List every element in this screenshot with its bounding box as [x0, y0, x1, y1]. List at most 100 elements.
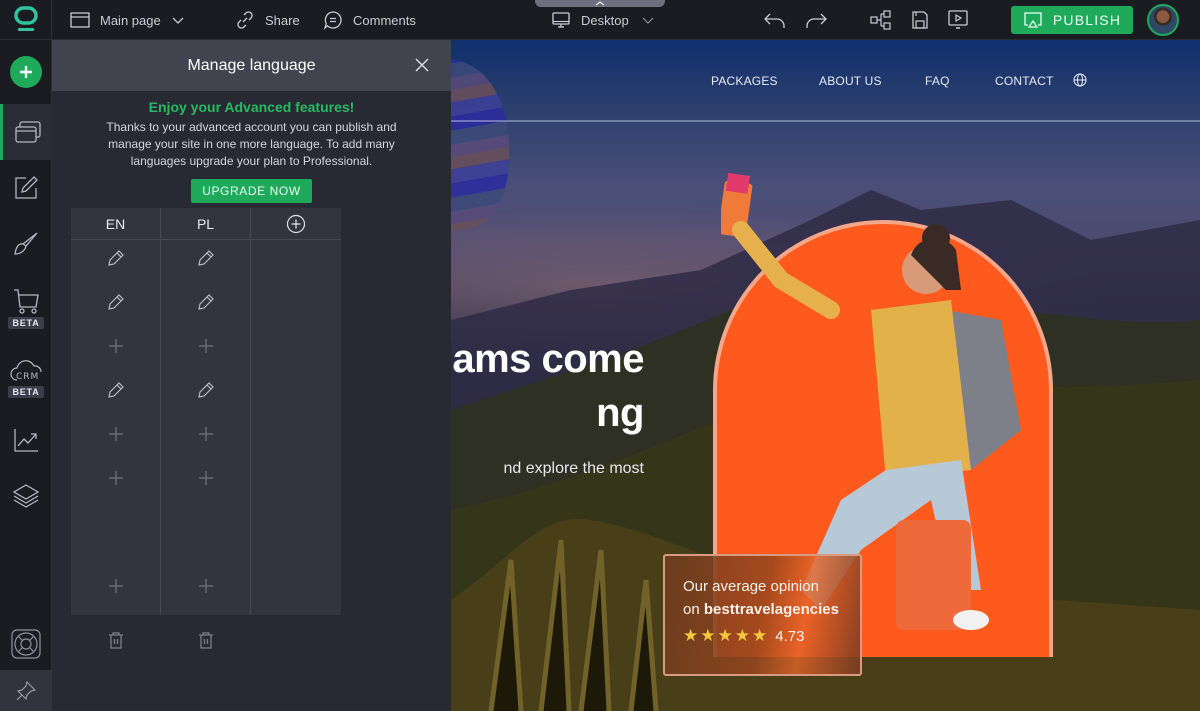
brush-icon	[14, 232, 38, 255]
pencil-icon	[198, 250, 214, 266]
user-avatar[interactable]	[1147, 4, 1179, 36]
review-line-1: Our average opinion	[683, 578, 819, 595]
add-translation-button[interactable]	[161, 422, 251, 446]
language-column-pl: PL	[161, 208, 251, 615]
edit-translation-button[interactable]	[161, 290, 251, 314]
sitemap-button[interactable]	[868, 8, 894, 32]
upgrade-now-button[interactable]: UPGRADE NOW	[191, 179, 312, 203]
undo-button[interactable]	[762, 8, 788, 32]
edit-translation-button[interactable]	[161, 246, 251, 270]
pin-panel-button[interactable]	[0, 670, 52, 711]
hero-subtitle-text: nd explore the most	[503, 460, 644, 477]
undo-icon	[764, 13, 785, 28]
left-rail: BETA CRM BETA	[0, 40, 52, 711]
rail-item-design[interactable]	[0, 222, 52, 266]
edit-icon	[15, 176, 38, 199]
logo-icon	[13, 6, 38, 31]
page-icon	[70, 12, 90, 28]
hero-title: ams come ng	[451, 332, 644, 440]
svg-text:CRM: CRM	[16, 372, 39, 382]
website-canvas[interactable]: PACKAGES ABOUT US FAQ CONTACT ams come n…	[451, 40, 1200, 711]
header-divider	[451, 120, 1200, 122]
device-label: Desktop	[581, 12, 629, 28]
delete-language-en-button[interactable]	[104, 628, 128, 652]
pencil-icon	[108, 250, 124, 266]
plus-icon	[109, 471, 123, 485]
publish-button[interactable]: PUBLISH	[1011, 6, 1133, 34]
sitemap-icon	[870, 10, 891, 30]
review-card: Our average opinion on besttravelagencie…	[663, 554, 862, 676]
close-icon[interactable]	[413, 56, 431, 74]
pencil-icon	[108, 382, 124, 398]
site-nav-packages[interactable]: PACKAGES	[711, 74, 778, 88]
crm-cloud-icon: CRM	[10, 360, 42, 382]
language-header-pl[interactable]: PL	[161, 208, 250, 240]
add-translation-button[interactable]	[71, 334, 161, 358]
rail-item-pages[interactable]	[0, 104, 52, 160]
app-logo[interactable]	[0, 0, 52, 40]
language-grid: EN PL	[71, 208, 341, 615]
plus-icon	[109, 579, 123, 593]
star-icon: ★	[734, 626, 750, 645]
review-line-2: on besttravelagencies	[683, 601, 860, 618]
save-button[interactable]	[907, 8, 933, 32]
language-header-en[interactable]: EN	[71, 208, 160, 240]
edit-translation-button[interactable]	[71, 246, 161, 270]
pencil-icon	[198, 294, 214, 310]
site-nav-faq[interactable]: FAQ	[925, 74, 950, 88]
rail-item-edit[interactable]	[0, 166, 52, 210]
add-translation-button[interactable]	[161, 574, 251, 598]
trash-icon	[109, 632, 123, 649]
star-icon: ★	[700, 626, 716, 645]
add-language-column	[251, 208, 341, 615]
hero-title-line-2: ng	[596, 391, 644, 435]
comments-button[interactable]: Comments	[323, 0, 416, 40]
star-icon: ★	[683, 626, 699, 645]
add-translation-button[interactable]	[161, 334, 251, 358]
plus-circle-icon	[286, 214, 306, 233]
share-button[interactable]: Share	[235, 0, 300, 40]
page-selector-label: Main page	[100, 12, 161, 28]
star-icon: ★	[752, 626, 768, 645]
pages-icon	[14, 121, 41, 143]
pencil-icon	[108, 294, 124, 310]
plus-icon	[20, 66, 32, 78]
globe-icon	[1073, 73, 1087, 87]
add-translation-button[interactable]	[71, 574, 161, 598]
star-icon: ★	[717, 626, 733, 645]
promo-title: Enjoy your Advanced features!	[148, 99, 355, 115]
preview-button[interactable]	[945, 8, 971, 32]
review-brand: besttravelagencies	[703, 601, 839, 618]
chevron-down-icon	[642, 17, 654, 24]
pencil-icon	[198, 382, 214, 398]
rating-score: 4.73	[775, 627, 805, 645]
add-translation-button[interactable]	[71, 466, 161, 490]
rail-item-crm[interactable]: CRM BETA	[0, 350, 52, 406]
device-selector[interactable]: Desktop	[551, 0, 655, 40]
edit-translation-button[interactable]	[71, 378, 161, 402]
plus-icon	[199, 579, 213, 593]
share-label: Share	[265, 12, 300, 28]
site-nav-contact[interactable]: CONTACT	[995, 74, 1054, 88]
edit-translation-button[interactable]	[71, 290, 161, 314]
language-switcher[interactable]	[1073, 73, 1087, 90]
site-nav-about-us[interactable]: ABOUT US	[819, 74, 882, 88]
save-icon	[912, 11, 928, 29]
edit-translation-button[interactable]	[161, 378, 251, 402]
redo-button[interactable]	[803, 8, 829, 32]
rail-item-store[interactable]: BETA	[0, 280, 52, 336]
rail-item-help[interactable]	[0, 622, 52, 666]
delete-language-pl-button[interactable]	[194, 628, 218, 652]
beta-badge: BETA	[8, 386, 44, 398]
link-icon	[237, 11, 253, 29]
hero-subtitle: nd explore the most	[451, 460, 644, 478]
add-translation-button[interactable]	[71, 422, 161, 446]
add-translation-button[interactable]	[161, 466, 251, 490]
promo-text: Thanks to your advanced account you can …	[106, 120, 397, 168]
rail-item-layers[interactable]	[0, 474, 52, 518]
manage-language-panel: Manage language Enjoy your Advanced feat…	[52, 40, 451, 711]
add-element-button[interactable]	[10, 56, 42, 88]
add-language-button[interactable]	[251, 208, 341, 240]
rail-item-statistics[interactable]	[0, 418, 52, 462]
page-selector[interactable]: Main page	[70, 0, 185, 40]
